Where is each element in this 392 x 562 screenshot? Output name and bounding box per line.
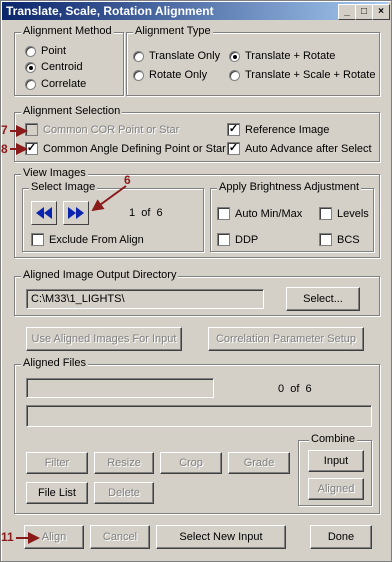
checkbox-box <box>319 207 332 220</box>
checkbox-common-cor-label: Common COR Point or Star <box>43 123 180 136</box>
select-new-input-button[interactable]: Select New Input <box>156 525 286 549</box>
grade-button[interactable]: Grade <box>228 452 290 474</box>
close-icon[interactable]: × <box>372 4 390 20</box>
checkbox-exclude-label: Exclude From Align <box>49 233 144 246</box>
radio-translate-only-label: Translate Only <box>149 50 221 62</box>
aligned-files-label: Aligned Files <box>21 357 88 369</box>
alignment-method-label: Alignment Method <box>21 25 114 37</box>
cancel-button[interactable]: Cancel <box>90 525 150 549</box>
checkbox-bcs[interactable]: BCS <box>319 233 360 246</box>
alignment-selection-label: Alignment Selection <box>21 105 123 117</box>
combine-label: Combine <box>309 433 358 445</box>
alignment-type-label: Alignment Type <box>133 25 213 37</box>
checkbox-box <box>25 123 38 136</box>
minimize-icon[interactable]: _ <box>338 4 356 20</box>
crop-button[interactable]: Crop <box>160 452 222 474</box>
align-button[interactable]: Align <box>24 525 84 549</box>
checkbox-box <box>217 207 230 220</box>
select-image-group: Select Image 1 of 6 Exclude From Align <box>22 181 204 252</box>
radio-point-label: Point <box>41 45 67 57</box>
select-dir-button[interactable]: Select... <box>286 287 360 311</box>
checkbox-exclude-from-align[interactable]: Exclude From Align <box>31 233 144 246</box>
brightness-label: Apply Brightness Adjustment <box>217 181 362 193</box>
checkbox-box: ✓ <box>25 142 38 155</box>
radio-translate-scale-rotate[interactable]: Translate + Scale + Rotate <box>229 69 375 81</box>
title-bar: Translate, Scale, Rotation Alignment _ □… <box>2 2 390 20</box>
radio-rotate-only[interactable]: Rotate Only <box>133 69 207 81</box>
next-image-button[interactable] <box>63 201 89 225</box>
image-counter: 1 of 6 <box>129 207 163 219</box>
radio-correlate[interactable]: Correlate <box>25 78 86 90</box>
radio-dot <box>25 45 36 57</box>
output-dir-field[interactable]: C:\M33\1_LIGHTS\ <box>26 289 264 309</box>
window-title: Translate, Scale, Rotation Alignment <box>6 4 214 18</box>
checkbox-box <box>319 233 332 246</box>
alignment-selection-group: Alignment Selection Common COR Point or … <box>14 105 380 162</box>
radio-rotate-only-label: Rotate Only <box>149 69 208 81</box>
checkbox-ddp[interactable]: DDP <box>217 233 258 246</box>
radio-dot <box>25 61 36 73</box>
progress-bar <box>26 405 372 427</box>
checkbox-levels-label: Levels <box>337 207 369 220</box>
radio-centroid[interactable]: Centroid <box>25 61 83 73</box>
checkbox-box <box>31 233 44 246</box>
checkbox-ddp-label: DDP <box>235 233 259 246</box>
combine-input-button[interactable]: Input <box>308 450 364 472</box>
rewind-icon <box>36 207 52 219</box>
resize-button[interactable]: Resize <box>94 452 154 474</box>
radio-dot <box>25 78 36 90</box>
aligned-file-name-field <box>26 378 214 398</box>
aligned-files-counter: 0 of 6 <box>278 383 312 395</box>
delete-button[interactable]: Delete <box>94 482 154 504</box>
view-images-label: View Images <box>21 167 88 179</box>
checkbox-common-cor[interactable]: Common COR Point or Star <box>25 123 179 136</box>
select-image-label: Select Image <box>29 181 98 193</box>
checkbox-auto-minmax[interactable]: Auto Min/Max <box>217 207 302 220</box>
filter-button[interactable]: Filter <box>26 452 88 474</box>
combine-aligned-button[interactable]: Aligned <box>308 478 364 500</box>
checkbox-box <box>217 233 230 246</box>
checkbox-reference-image[interactable]: ✓ Reference Image <box>227 123 329 136</box>
checkbox-auto-advance[interactable]: ✓ Auto Advance after Select <box>227 142 372 155</box>
annotation-6: 6 <box>124 173 131 187</box>
checkbox-bcs-label: BCS <box>337 233 360 246</box>
alignment-method-group: Alignment Method Point Centroid Correlat… <box>14 25 124 96</box>
alignment-type-group: Alignment Type Translate Only Translate … <box>126 25 380 96</box>
radio-dot <box>229 50 240 62</box>
radio-translate-only[interactable]: Translate Only <box>133 50 220 62</box>
brightness-group: Apply Brightness Adjustment Auto Min/Max… <box>210 181 374 252</box>
fast-forward-icon <box>68 207 84 219</box>
annotation-7: 7 <box>1 123 8 137</box>
checkbox-box: ✓ <box>227 123 240 136</box>
checkbox-common-angle[interactable]: ✓ Common Angle Defining Point or Star <box>25 142 226 155</box>
radio-point[interactable]: Point <box>25 45 66 57</box>
radio-dot <box>133 69 144 81</box>
checkbox-levels[interactable]: Levels <box>319 207 369 220</box>
radio-translate-rotate-label: Translate + Rotate <box>245 50 336 62</box>
annotation-11: 11 <box>1 530 14 544</box>
output-dir-label: Aligned Image Output Directory <box>21 269 179 281</box>
file-list-button[interactable]: File List <box>26 482 88 504</box>
done-button[interactable]: Done <box>310 525 372 549</box>
radio-translate-scale-rotate-label: Translate + Scale + Rotate <box>245 69 376 81</box>
checkbox-auto-minmax-label: Auto Min/Max <box>235 207 303 220</box>
radio-centroid-label: Centroid <box>41 61 83 73</box>
radio-dot <box>229 69 240 81</box>
checkbox-auto-advance-label: Auto Advance after Select <box>245 142 372 155</box>
radio-translate-rotate[interactable]: Translate + Rotate <box>229 50 335 62</box>
radio-correlate-label: Correlate <box>41 78 87 90</box>
use-aligned-images-button[interactable]: Use Aligned Images For Input <box>26 327 182 351</box>
radio-dot <box>133 50 144 62</box>
annotation-8: 8 <box>1 142 8 156</box>
checkbox-common-angle-label: Common Angle Defining Point or Star <box>43 142 226 155</box>
previous-image-button[interactable] <box>31 201 57 225</box>
maximize-icon[interactable]: □ <box>355 4 373 20</box>
correlation-setup-button[interactable]: Correlation Parameter Setup <box>208 327 364 351</box>
checkbox-reference-image-label: Reference Image <box>245 123 330 136</box>
checkbox-box: ✓ <box>227 142 240 155</box>
